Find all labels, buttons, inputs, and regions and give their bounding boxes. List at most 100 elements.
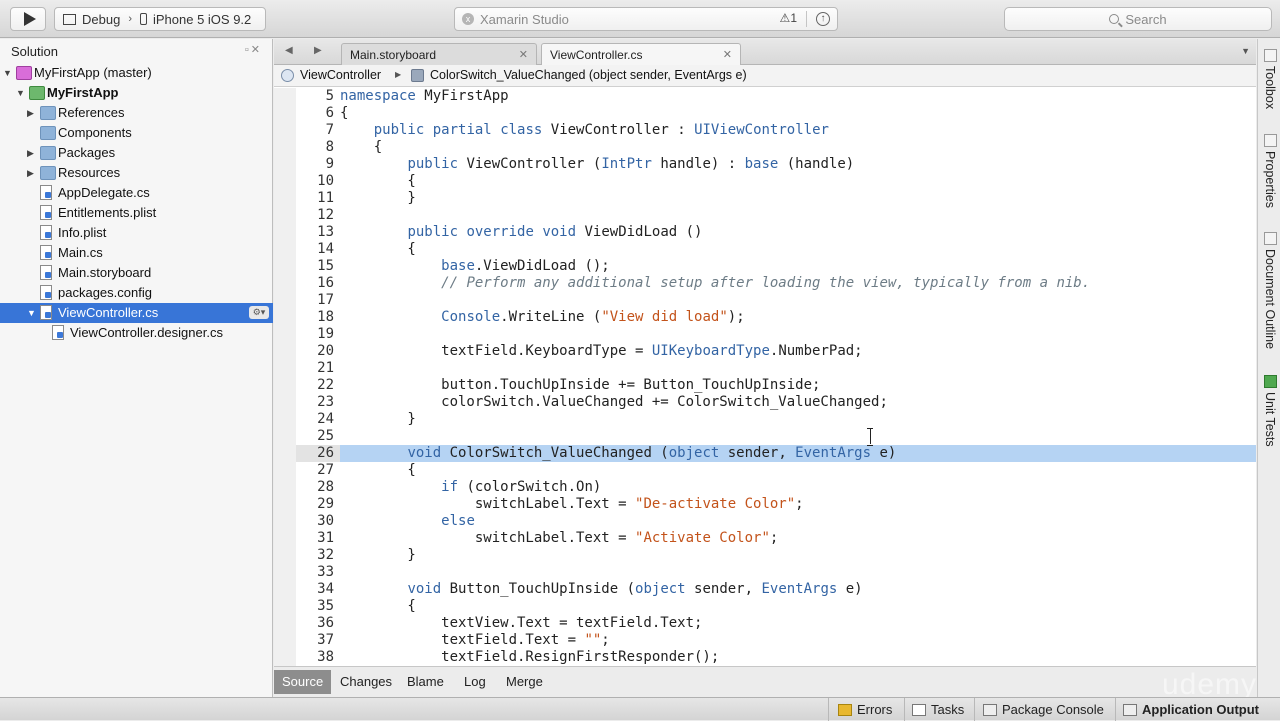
tree-item[interactable]: Info.plist: [0, 223, 273, 243]
dock-tab-unit-tests[interactable]: Unit Tests: [1260, 375, 1280, 447]
tab-changes[interactable]: Changes: [332, 670, 400, 694]
tab-log[interactable]: Log: [456, 670, 494, 694]
code-line[interactable]: 22 button.TouchUpInside += Button_TouchU…: [296, 377, 1256, 394]
code-line[interactable]: 24 }: [296, 411, 1256, 428]
code-line[interactable]: 17: [296, 292, 1256, 309]
tree-item[interactable]: packages.config: [0, 283, 273, 303]
code-line[interactable]: 35 {: [296, 598, 1256, 615]
tab-main-storyboard[interactable]: Main.storyboard ✕: [341, 43, 537, 65]
folder-icon: [40, 126, 56, 140]
disclosure-expanded-icon[interactable]: ▼: [27, 308, 37, 318]
close-icon[interactable]: ✕: [519, 48, 528, 61]
search-icon: [1109, 14, 1120, 24]
warning-indicator[interactable]: ⚠1: [780, 11, 797, 25]
package-console-button[interactable]: Package Console: [983, 701, 1104, 718]
code-text: public ViewController (IntPtr handle) : …: [407, 156, 855, 172]
disclosure-collapsed-icon[interactable]: ▶: [27, 108, 37, 119]
tree-item[interactable]: ▶ References: [0, 103, 273, 123]
code-line[interactable]: 20 textField.KeyboardType = UIKeyboardTy…: [296, 343, 1256, 360]
tree-item[interactable]: ViewController.designer.cs: [0, 323, 273, 343]
breadcrumb-member[interactable]: ColorSwitch_ValueChanged (object sender,…: [430, 68, 747, 82]
tree-item[interactable]: ▶ Resources: [0, 163, 273, 183]
tab-label: Main.storyboard: [350, 47, 437, 62]
tree-item[interactable]: AppDelegate.cs: [0, 183, 273, 203]
code-text: textField.KeyboardType = UIKeyboardType.…: [340, 343, 863, 359]
code-line[interactable]: 7 public partial class ViewController : …: [296, 122, 1256, 139]
code-line-highlighted[interactable]: 26 void ColorSwitch_ValueChanged (object…: [296, 445, 1256, 462]
tree-item[interactable]: ▼ MyFirstApp: [0, 83, 273, 103]
disclosure-expanded-icon[interactable]: ▼: [16, 88, 26, 98]
configuration-selector[interactable]: Debug › iPhone 5 iOS 9.2: [54, 7, 266, 31]
code-line[interactable]: 11 }: [296, 190, 1256, 207]
tree-item[interactable]: Entitlements.plist: [0, 203, 273, 223]
code-line[interactable]: 8 {: [296, 139, 1256, 156]
tab-blame[interactable]: Blame: [399, 670, 452, 694]
status-divider: [974, 698, 975, 721]
code-line[interactable]: 16 // Perform any additional setup after…: [296, 275, 1256, 292]
code-line[interactable]: 27 {: [296, 462, 1256, 479]
code-line[interactable]: 31 switchLabel.Text = "Activate Color";: [296, 530, 1256, 547]
code-text: textView.Text = textField.Text;: [340, 615, 703, 631]
code-line[interactable]: 30 else: [296, 513, 1256, 530]
code-line[interactable]: 6{: [296, 105, 1256, 122]
code-line[interactable]: 23 colorSwitch.ValueChanged += ColorSwit…: [296, 394, 1256, 411]
file-icon: [52, 325, 64, 340]
pad-controls[interactable]: ▫✕: [245, 43, 262, 56]
run-button[interactable]: [10, 7, 46, 31]
code-line[interactable]: 21: [296, 360, 1256, 377]
code-line[interactable]: 9 public ViewController (IntPtr handle) …: [296, 156, 1256, 173]
tree-item-label: MyFirstApp: [47, 85, 119, 100]
dock-tab-document-outline[interactable]: Document Outline: [1260, 232, 1280, 349]
gear-icon[interactable]: ⚙▾: [249, 306, 269, 319]
tree-item[interactable]: Components: [0, 123, 273, 143]
dock-tab-toolbox[interactable]: Toolbox: [1260, 49, 1280, 109]
tab-viewcontroller-cs[interactable]: ViewController.cs ✕: [541, 43, 741, 66]
phone-icon: [139, 13, 147, 25]
code-line[interactable]: 25: [296, 428, 1256, 445]
close-icon[interactable]: ✕: [723, 48, 732, 61]
tasks-button[interactable]: Tasks: [912, 701, 964, 718]
dock-tab-properties[interactable]: Properties: [1260, 134, 1280, 208]
tree-item[interactable]: ▼ MyFirstApp (master): [0, 63, 273, 83]
errors-button[interactable]: Errors: [838, 701, 892, 718]
code-line[interactable]: 12: [296, 207, 1256, 224]
tree-item[interactable]: ▼ ViewController.cs ⚙▾: [0, 303, 273, 323]
code-line[interactable]: 14 {: [296, 241, 1256, 258]
tab-forward-icon[interactable]: ▶: [314, 45, 322, 56]
code-line[interactable]: 34 void Button_TouchUpInside (object sen…: [296, 581, 1256, 598]
disclosure-collapsed-icon[interactable]: ▶: [27, 148, 37, 159]
code-line[interactable]: 28 if (colorSwitch.On): [296, 479, 1256, 496]
application-output-button[interactable]: Application Output: [1123, 701, 1259, 718]
code-line[interactable]: 32 }: [296, 547, 1256, 564]
search-box[interactable]: Search: [1004, 7, 1272, 31]
code-line[interactable]: 37 textField.Text = "";: [296, 632, 1256, 649]
breadcrumb-class[interactable]: ViewController: [300, 68, 381, 82]
disclosure-expanded-icon[interactable]: ▼: [3, 68, 13, 78]
tree-item[interactable]: Main.cs: [0, 243, 273, 263]
tree-item-label: Components: [58, 125, 132, 140]
disclosure-collapsed-icon[interactable]: ▶: [27, 168, 37, 179]
tab-merge[interactable]: Merge: [498, 670, 551, 694]
code-line[interactable]: 38 textField.ResignFirstResponder();: [296, 649, 1256, 666]
status-title: Xamarin Studio: [480, 12, 569, 27]
code-line[interactable]: 15 base.ViewDidLoad ();: [296, 258, 1256, 275]
tab-source[interactable]: Source: [274, 670, 332, 694]
code-line[interactable]: 18 Console.WriteLine ("View did load");: [296, 309, 1256, 326]
code-line[interactable]: 19: [296, 326, 1256, 343]
code-text: textField.ResignFirstResponder();: [340, 649, 720, 665]
tree-item[interactable]: Main.storyboard: [0, 263, 273, 283]
code-text: namespace MyFirstApp: [340, 88, 509, 104]
code-line[interactable]: 10 {: [296, 173, 1256, 190]
tree-item[interactable]: ▶ Packages: [0, 143, 273, 163]
code-line[interactable]: 33: [296, 564, 1256, 581]
code-line[interactable]: 29 switchLabel.Text = "De-activate Color…: [296, 496, 1256, 513]
status-divider: [904, 698, 905, 721]
tree-item-label: Resources: [58, 165, 121, 180]
upload-icon[interactable]: ↑: [816, 12, 830, 26]
tab-back-icon[interactable]: ◀: [285, 45, 293, 56]
code-text-area[interactable]: 5 namespace MyFirstApp 6{7 public partial …: [274, 88, 1256, 666]
code-line[interactable]: 5 namespace MyFirstApp: [296, 88, 1256, 105]
chevron-down-icon[interactable]: ▼: [1241, 46, 1250, 56]
code-line[interactable]: 36 textView.Text = textField.Text;: [296, 615, 1256, 632]
code-line[interactable]: 13 public override void ViewDidLoad (): [296, 224, 1256, 241]
